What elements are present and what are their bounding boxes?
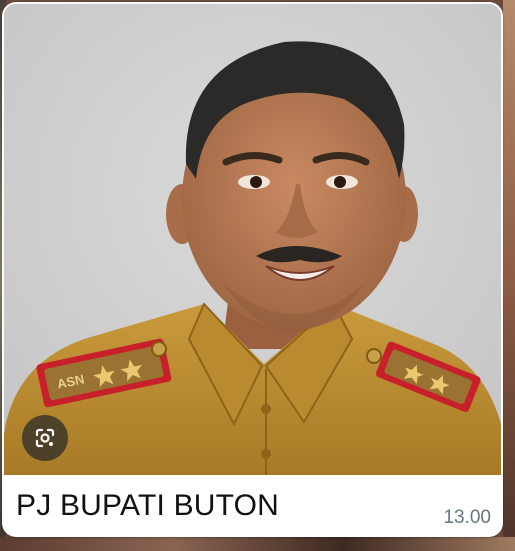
google-lens-icon [35,428,55,448]
portrait-illustration: ASN [4,4,501,475]
chat-wallpaper-right [503,0,515,551]
message-photo[interactable]: ASN [4,4,501,475]
message-caption: PJ BUPATI BUTON [16,489,280,522]
message-timestamp: 13.00 [443,507,491,528]
chat-wallpaper-bottom [0,537,515,551]
google-lens-button[interactable] [22,415,68,461]
image-message-bubble[interactable]: ASN PJ BUPATI BUTON 13.00 [2,2,503,537]
